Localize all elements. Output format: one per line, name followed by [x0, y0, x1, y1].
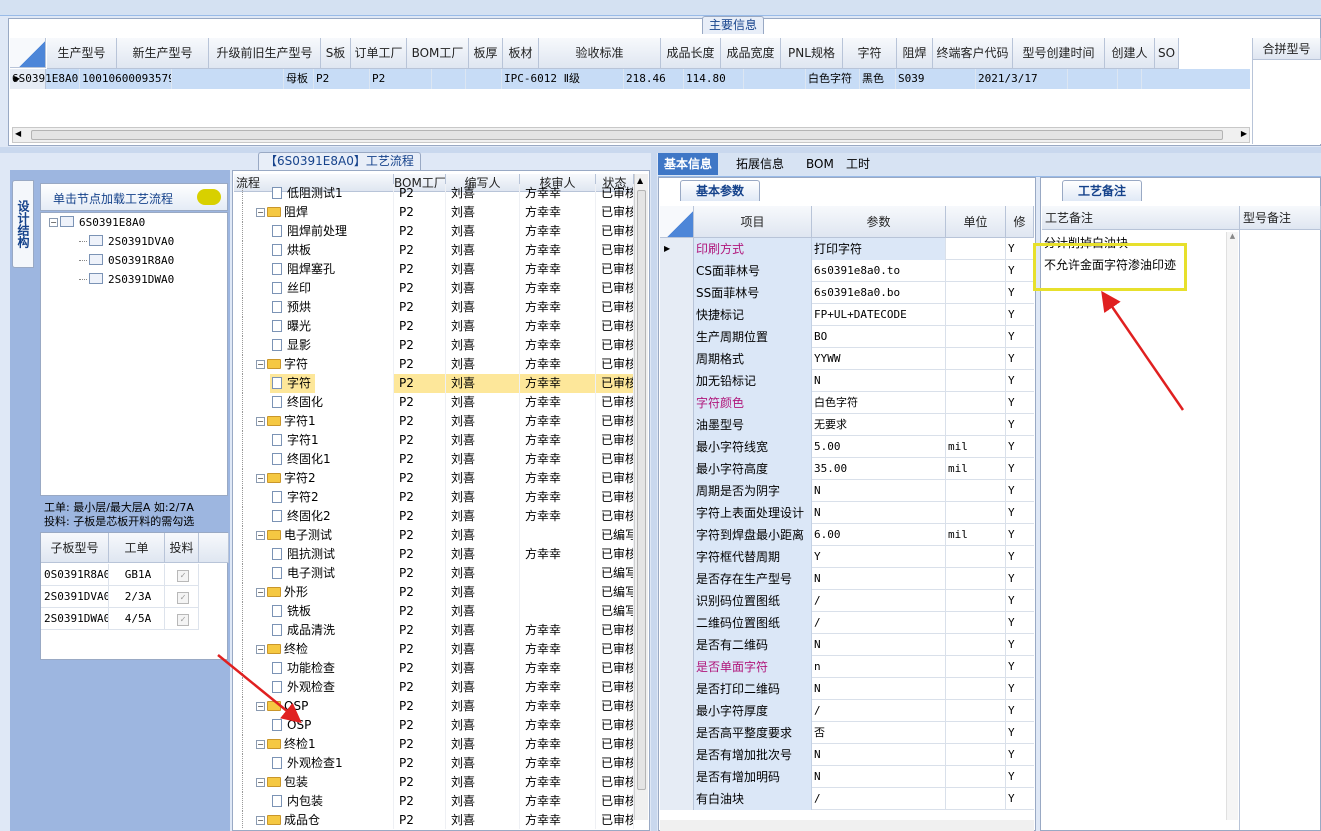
- annotation-arrows: [217, 290, 1185, 724]
- arrow-to-remark: [1101, 290, 1185, 411]
- arrow-to-osp: [217, 654, 302, 724]
